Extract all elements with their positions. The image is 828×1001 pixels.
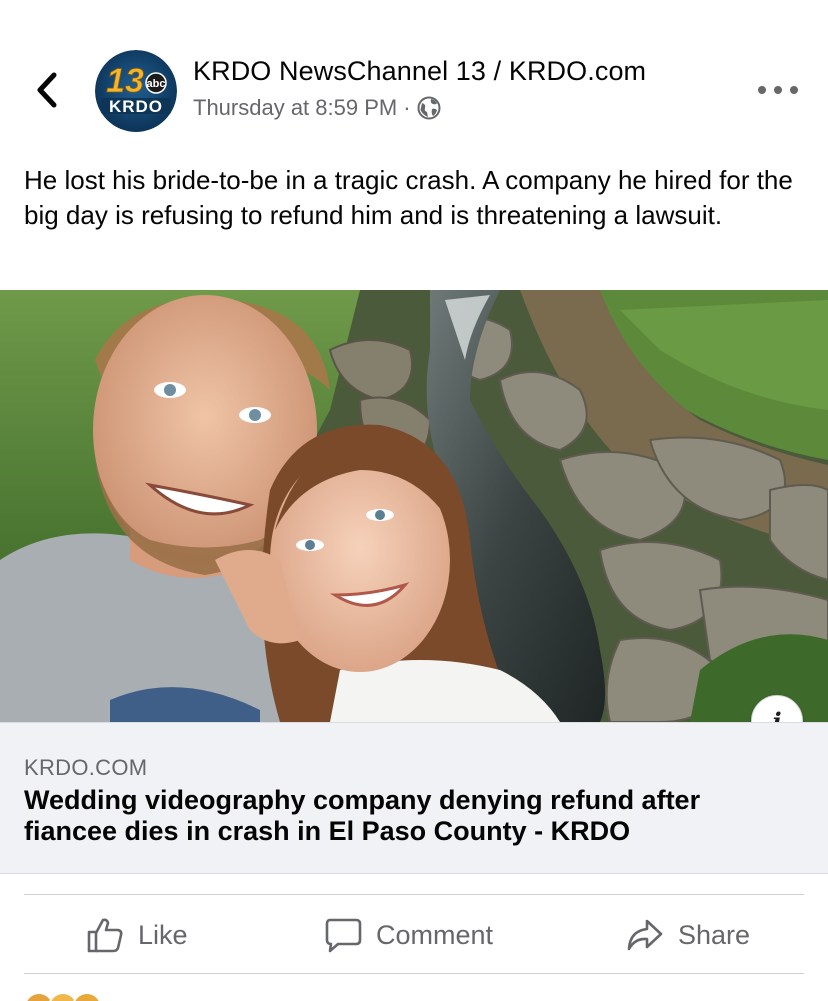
avatar-station: KRDO [109, 97, 163, 116]
back-button[interactable] [30, 70, 64, 110]
action-bar: Like Comment Share [0, 895, 828, 975]
page-name[interactable]: KRDO NewsChannel 13 / KRDO.com [193, 56, 646, 87]
avatar-network: abc [147, 78, 166, 90]
globe-icon [417, 96, 441, 120]
reaction-icon [72, 992, 102, 1001]
like-button[interactable]: Like [86, 895, 188, 975]
comment-button[interactable]: Comment [324, 895, 493, 975]
thumbs-up-icon [87, 918, 123, 953]
post-photo[interactable] [0, 290, 828, 722]
post-timestamp[interactable]: Thursday at 8:59 PM [193, 95, 397, 121]
more-options-button[interactable] [758, 78, 798, 102]
post-header: 13 abc KRDO KRDO NewsChannel 13 / KRDO.c… [0, 0, 828, 150]
post-text: He lost his bride-to-be in a tragic cras… [24, 165, 793, 230]
share-label: Share [678, 919, 751, 950]
avatar-number: 13 [106, 62, 144, 100]
post-meta: Thursday at 8:59 PM · [193, 95, 441, 121]
meta-separator: · [403, 95, 411, 120]
share-arrow-icon [627, 919, 663, 951]
page-avatar[interactable]: 13 abc KRDO [95, 50, 177, 132]
link-preview[interactable]: KRDO.COM Wedding videography company den… [0, 722, 828, 874]
chevron-left-icon [37, 72, 57, 108]
share-button[interactable]: Share [626, 895, 750, 975]
actions-bottom-divider [24, 973, 804, 974]
reactions-peek [24, 992, 102, 1001]
more-dots-icon [758, 86, 766, 94]
like-label: Like [138, 919, 188, 950]
link-title: Wedding videography company denying refu… [24, 785, 701, 846]
link-domain: KRDO.COM [24, 755, 148, 780]
comment-bubble-icon [325, 918, 362, 953]
comment-label: Comment [376, 919, 494, 950]
